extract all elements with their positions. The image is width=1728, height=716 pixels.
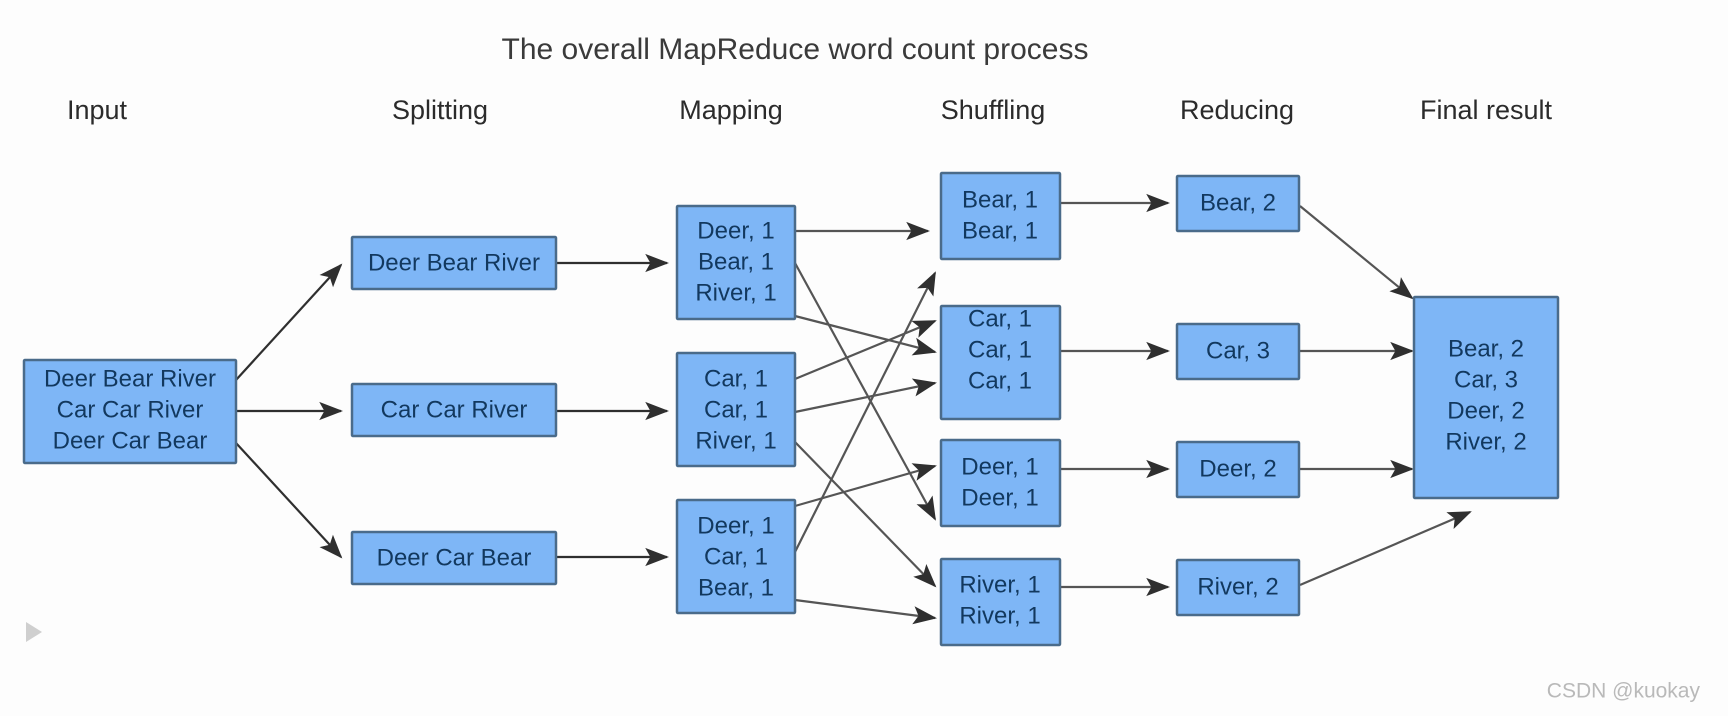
reducing-box-1[interactable]: Bear, 2: [1175, 174, 1301, 233]
stage-header-input: Input: [67, 95, 128, 125]
edges-shuffling-to-reducing: [1060, 193, 1170, 597]
mapreduce-diagram: The overall MapReduce word count process…: [22, 33, 1701, 703]
edges-mapping-to-shuffling: [794, 221, 937, 625]
mapping-box-1-line-1: Deer, 1: [697, 217, 774, 244]
mapping-box-1[interactable]: Deer, 1 Bear, 1 River, 1: [675, 204, 797, 321]
splitting-box-3[interactable]: Deer Car Bear: [350, 530, 558, 586]
input-line-1: Deer Bear River: [44, 365, 216, 392]
shuffling-box-2-line-3: Car, 1: [968, 367, 1032, 394]
diagram-canvas: The overall MapReduce word count process…: [0, 0, 1728, 716]
splitting-box-2-line-1: Car Car River: [381, 396, 528, 423]
reducing-box-2[interactable]: Car, 3: [1175, 322, 1301, 381]
splitting-box-3-line-1: Deer Car Bear: [377, 544, 532, 571]
edge-map3-river2: [794, 598, 937, 625]
edge-map3-deer: [794, 463, 937, 508]
mapping-box-2-line-1: Car, 1: [704, 365, 768, 392]
splitting-box-2[interactable]: Car Car River: [350, 382, 558, 438]
shuffling-box-1-line-2: Bear, 1: [962, 217, 1038, 244]
shuffling-box-2-line-1: Car, 1: [968, 305, 1032, 332]
stage-header-reducing: Reducing: [1180, 95, 1294, 125]
final-result-line-4: River, 2: [1445, 428, 1526, 455]
mapping-box-2[interactable]: Car, 1 Car, 1 River, 1: [675, 351, 797, 468]
shuffling-box-2[interactable]: Car, 1 Car, 1 Car, 1: [939, 304, 1062, 421]
edge-input-split1: [235, 263, 343, 381]
edge-map2-car2: [794, 378, 937, 414]
shuffling-box-1-line-1: Bear, 1: [962, 186, 1038, 213]
edge-reduce4-final: [1299, 510, 1472, 587]
diagram-title: The overall MapReduce word count process: [502, 33, 1089, 66]
mapping-box-1-line-2: Bear, 1: [698, 248, 774, 275]
input-line-3: Deer Car Bear: [53, 427, 208, 454]
shuffling-box-2-line-2: Car, 1: [968, 336, 1032, 363]
input-line-2: Car Car River: [57, 396, 204, 423]
reducing-box-1-line-1: Bear, 2: [1200, 189, 1276, 216]
edge-input-split3: [235, 442, 343, 559]
edges-splitting-to-mapping: [557, 253, 669, 567]
edge-map2-river: [794, 441, 937, 588]
reducing-box-4[interactable]: River, 2: [1175, 558, 1301, 617]
reducing-box-3[interactable]: Deer, 2: [1175, 440, 1301, 499]
reducing-box-2-line-1: Car, 3: [1206, 337, 1270, 364]
final-result-line-3: Deer, 2: [1447, 397, 1524, 424]
shuffling-box-4-line-2: River, 1: [959, 602, 1040, 629]
splitting-box-1[interactable]: Deer Bear River: [350, 235, 558, 291]
final-result-box[interactable]: Bear, 2 Car, 3 Deer, 2 River, 2: [1412, 295, 1560, 500]
stage-header-shuffling: Shuffling: [941, 95, 1046, 125]
mapping-box-3-line-3: Bear, 1: [698, 574, 774, 601]
edge-map1-river: [794, 314, 937, 356]
shuffling-box-1[interactable]: Bear, 1 Bear, 1: [939, 171, 1062, 261]
edge-reduce1-final: [1299, 205, 1414, 300]
watermark-label: CSDN @kuokay: [1547, 680, 1701, 703]
splitting-box-1-line-1: Deer Bear River: [368, 249, 540, 276]
stage-header-final-result: Final result: [1420, 95, 1553, 125]
final-result-line-2: Car, 3: [1454, 366, 1518, 393]
input-box[interactable]: Deer Bear River Car Car River Deer Car B…: [22, 358, 238, 465]
reducing-box-4-line-1: River, 2: [1197, 573, 1278, 600]
edges-input-to-splitting: [235, 263, 343, 559]
shuffling-box-3[interactable]: Deer, 1 Deer, 1: [939, 438, 1062, 528]
final-result-line-1: Bear, 2: [1448, 335, 1524, 362]
mapping-box-2-line-2: Car, 1: [704, 396, 768, 423]
mapping-box-1-line-3: River, 1: [695, 279, 776, 306]
shuffling-box-4-line-1: River, 1: [959, 571, 1040, 598]
mapping-box-3[interactable]: Deer, 1 Car, 1 Bear, 1: [675, 498, 797, 615]
stage-header-mapping: Mapping: [679, 95, 783, 125]
shuffling-box-3-line-1: Deer, 1: [961, 453, 1038, 480]
mapping-box-3-line-1: Deer, 1: [697, 512, 774, 539]
mapping-box-3-line-2: Car, 1: [704, 543, 768, 570]
mapping-box-2-line-3: River, 1: [695, 427, 776, 454]
reducing-box-3-line-1: Deer, 2: [1199, 455, 1276, 482]
bottom-left-corner-mark: [26, 622, 42, 642]
shuffling-box-3-line-2: Deer, 1: [961, 484, 1038, 511]
edge-map2-car1: [794, 319, 937, 381]
edge-map1-bear: [794, 262, 936, 521]
stage-header-splitting: Splitting: [392, 95, 488, 125]
shuffling-box-4[interactable]: River, 1 River, 1: [939, 557, 1062, 647]
edge-map3-bear: [794, 271, 936, 553]
